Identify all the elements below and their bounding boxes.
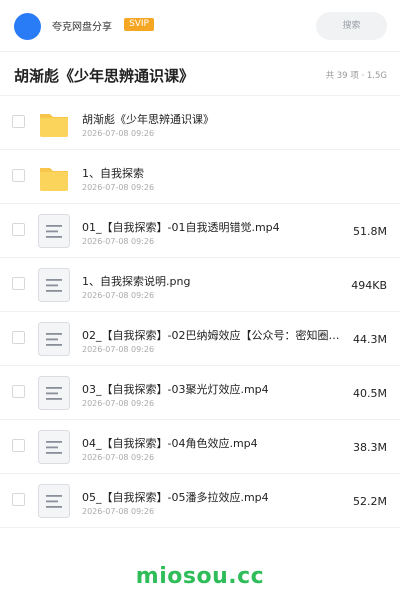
document-icon <box>38 484 70 518</box>
file-date: 2026-07-08 09:26 <box>82 291 155 300</box>
file-size: 44.3M <box>353 333 387 346</box>
row-checkbox[interactable] <box>12 277 25 290</box>
page-title: 胡渐彪《少年思辨通识课》 <box>14 67 195 85</box>
file-name[interactable]: 03_【自我探索】-03聚光灯效应.mp4 <box>82 381 342 397</box>
file-name[interactable]: 胡渐彪《少年思辨通识课》 <box>82 111 342 127</box>
file-size: 38.3M <box>353 441 387 454</box>
row-checkbox[interactable] <box>12 169 25 182</box>
file-row[interactable]: 05_【自我探索】-05潘多拉效应.mp4 2026-07-08 09:26 52.… <box>0 474 400 528</box>
file-row[interactable]: 1、自我探索说明.png 2026-07-08 09:26 494KB <box>0 258 400 312</box>
file-row[interactable]: 01_【自我探索】-01自我透明错觉.mp4 2026-07-08 09:26 51… <box>0 204 400 258</box>
file-row[interactable]: 04_【自我探索】-04角色效应.mp4 2026-07-08 09:26 38.3… <box>0 420 400 474</box>
document-icon <box>38 214 70 248</box>
row-checkbox[interactable] <box>12 331 25 344</box>
document-icon <box>38 322 70 356</box>
file-list: 胡渐彪《少年思辨通识课》 2026-07-08 09:26 1、自我探索 2026-0… <box>0 96 400 528</box>
row-checkbox[interactable] <box>12 493 25 506</box>
file-size: 51.8M <box>353 225 387 238</box>
file-name[interactable]: 05_【自我探索】-05潘多拉效应.mp4 <box>82 489 342 505</box>
watermark-text: miosou.cc <box>135 564 265 589</box>
file-name[interactable]: 1、自我探索说明.png <box>82 273 342 289</box>
file-date: 2026-07-08 09:26 <box>82 453 155 462</box>
file-date: 2026-07-08 09:26 <box>82 129 155 138</box>
footer: miosou.cc <box>0 550 400 600</box>
file-date: 2026-07-08 09:26 <box>82 237 155 246</box>
row-checkbox[interactable] <box>12 385 25 398</box>
file-row[interactable]: 02_【自我探索】-02巴纳姆效应【公众号：密知圈… 2026-07-08 09:… <box>0 312 400 366</box>
file-row[interactable]: 03_【自我探索】-03聚光灯效应.mp4 2026-07-08 09:26 40.… <box>0 366 400 420</box>
avatar[interactable] <box>14 13 41 40</box>
document-icon <box>38 268 70 302</box>
file-date: 2026-07-08 09:26 <box>82 399 155 408</box>
search-button[interactable]: 搜索 <box>316 12 387 40</box>
file-size: 52.2M <box>353 495 387 508</box>
file-size: 40.5M <box>353 387 387 400</box>
file-name[interactable]: 02_【自我探索】-02巴纳姆效应【公众号：密知圈… <box>82 327 342 343</box>
folder-icon <box>38 160 70 194</box>
file-name[interactable]: 1、自我探索 <box>82 165 342 181</box>
row-checkbox[interactable] <box>12 439 25 452</box>
folder-header: 胡渐彪《少年思辨通识课》 共 39 项 · 1.5G <box>0 52 400 96</box>
folder-icon <box>38 106 70 140</box>
file-date: 2026-07-08 09:26 <box>82 345 155 354</box>
document-icon <box>38 376 70 410</box>
file-date: 2026-07-08 09:26 <box>82 507 155 516</box>
file-date: 2026-07-08 09:26 <box>82 183 155 192</box>
row-checkbox[interactable] <box>12 223 25 236</box>
folder-row[interactable]: 胡渐彪《少年思辨通识课》 2026-07-08 09:26 <box>0 96 400 150</box>
top-bar: 夸克网盘分享 SVIP 搜索 <box>0 0 400 52</box>
file-name[interactable]: 01_【自我探索】-01自我透明错觉.mp4 <box>82 219 342 235</box>
row-checkbox[interactable] <box>12 115 25 128</box>
folder-summary: 共 39 项 · 1.5G <box>325 71 387 81</box>
file-name[interactable]: 04_【自我探索】-04角色效应.mp4 <box>82 435 342 451</box>
file-size: 494KB <box>351 279 387 292</box>
document-icon <box>38 430 70 464</box>
share-page: 夸克网盘分享 SVIP 搜索 胡渐彪《少年思辨通识课》 共 39 项 · 1.5… <box>0 0 400 600</box>
svip-badge: SVIP <box>124 18 154 31</box>
folder-row[interactable]: 1、自我探索 2026-07-08 09:26 <box>0 150 400 204</box>
share-title: 夸克网盘分享 <box>52 22 112 33</box>
